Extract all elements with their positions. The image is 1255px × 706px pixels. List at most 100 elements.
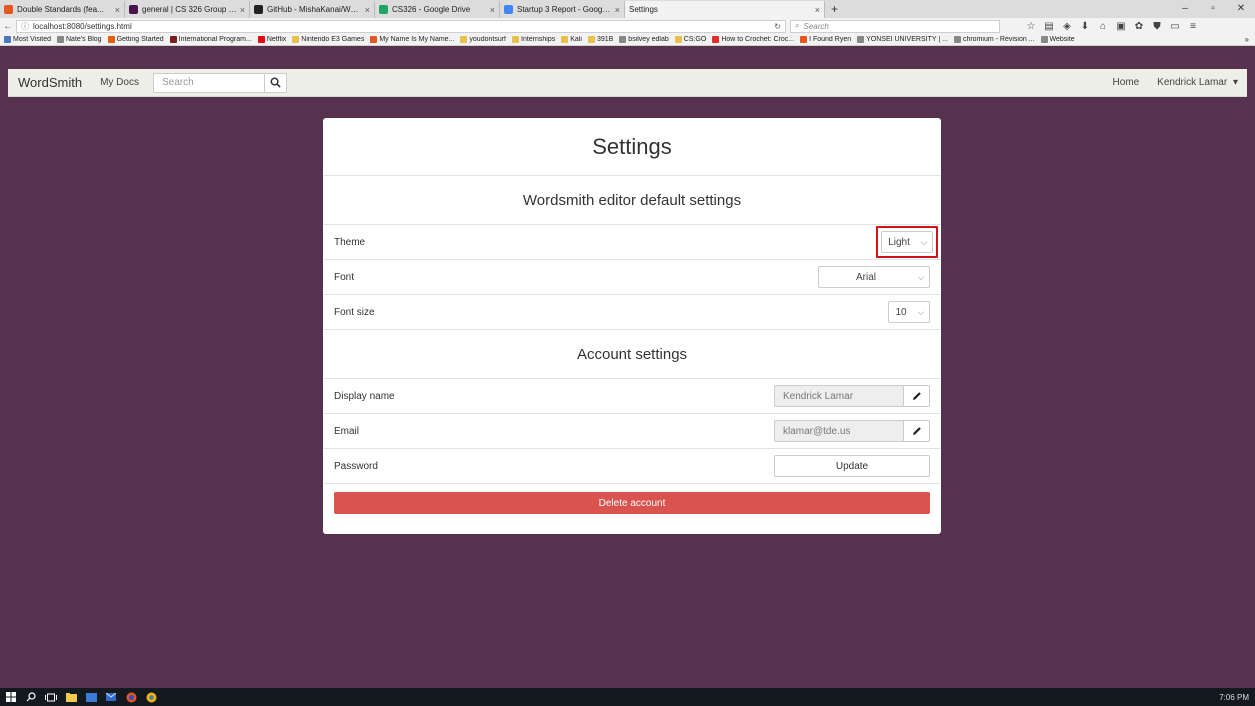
edit-email-button[interactable] <box>904 420 930 442</box>
close-tab-icon[interactable]: × <box>490 5 495 15</box>
tab-favicon-icon <box>379 5 388 14</box>
browser-tab[interactable]: CS326 - Google Drive × <box>375 1 500 18</box>
back-arrow-icon[interactable]: ← <box>0 21 16 32</box>
close-tab-icon[interactable]: × <box>615 5 620 15</box>
bookmark-item[interactable]: Internships <box>512 36 555 43</box>
bookmark-item[interactable]: Most Visited <box>4 36 51 43</box>
bookmark-icon <box>257 36 265 43</box>
close-tab-icon[interactable]: × <box>115 5 120 15</box>
task-view-icon[interactable] <box>42 688 60 706</box>
fontsize-value: 10 <box>895 306 907 318</box>
bookmark-item[interactable]: International Program... <box>169 36 252 43</box>
bookmark-star-icon[interactable]: ☆ <box>1022 21 1040 32</box>
bookmark-label: I Found Ryen <box>809 36 852 43</box>
screenshot-icon[interactable]: ▣ <box>1112 21 1130 32</box>
bookmark-label: 391B <box>596 36 614 43</box>
email-label: Email <box>334 425 360 437</box>
ublock-icon[interactable]: ⛊ <box>1148 21 1166 32</box>
download-icon[interactable]: ⬇ <box>1076 21 1094 32</box>
bookmark-item[interactable]: chromium - Revision ... <box>953 36 1035 43</box>
tab-title: CS326 - Google Drive <box>392 5 471 14</box>
page-title: Settings <box>323 118 941 176</box>
bookmark-item[interactable]: 391B <box>587 36 614 43</box>
font-row: Font Arial ⌵ <box>323 260 941 295</box>
store-icon[interactable] <box>82 688 100 706</box>
bookmark-label: Nate's Blog <box>66 36 102 43</box>
browser-search-box[interactable]: ⌕ Search <box>790 19 1000 33</box>
brand-logo[interactable]: WordSmith <box>8 75 92 90</box>
bookmark-item[interactable]: My Name Is My Name... <box>370 36 454 43</box>
browser-tab[interactable]: general | CS 326 Group Sla... × <box>125 1 250 18</box>
delete-account-button[interactable]: Delete account <box>334 492 930 514</box>
window-controls: – ▫ ✕ <box>1171 0 1255 18</box>
bookmark-item[interactable]: Getting Started <box>107 36 164 43</box>
bookmark-item[interactable]: bsilvey edlab <box>619 36 669 43</box>
bookmark-item[interactable]: I Found Ryen <box>800 36 851 43</box>
chevron-down-icon: ⌵ <box>920 236 928 247</box>
font-select[interactable]: Arial ⌵ <box>818 266 930 288</box>
notes-icon[interactable]: ▭ <box>1166 21 1184 32</box>
close-tab-icon[interactable]: × <box>815 5 820 15</box>
bookmark-item[interactable]: Nintendo E3 Games <box>292 36 364 43</box>
bookmark-item[interactable]: YONSEI UNIVERSITY | ... <box>857 36 948 43</box>
file-explorer-icon[interactable] <box>62 688 80 706</box>
tab-title: Startup 3 Report - Google ... <box>517 5 612 14</box>
bookmark-icon <box>674 36 682 43</box>
search-icon <box>270 77 281 88</box>
info-icon[interactable]: ⓘ <box>21 21 29 32</box>
password-label: Password <box>334 460 378 472</box>
menu-icon[interactable]: ≡ <box>1184 21 1202 32</box>
browser-tab[interactable]: GitHub - MishaKanai/Wor... × <box>250 1 375 18</box>
search-icon[interactable] <box>22 688 40 706</box>
bookmarks-bar: Most Visited Nate's Blog Getting Started In… <box>0 34 1255 46</box>
update-password-button[interactable]: Update <box>774 455 930 477</box>
display-name-field[interactable]: Kendrick Lamar <box>774 385 904 407</box>
chrome-icon[interactable] <box>142 688 160 706</box>
close-window-icon[interactable]: ✕ <box>1227 0 1255 18</box>
bookmark-item[interactable]: Nate's Blog <box>57 36 102 43</box>
bookmark-icon <box>587 36 595 43</box>
pocket-icon[interactable]: ◈ <box>1058 21 1076 32</box>
new-tab-button[interactable]: + <box>825 1 844 18</box>
app-search-input[interactable]: Search <box>152 72 265 93</box>
bookmark-item[interactable]: CS:GO <box>674 36 706 43</box>
user-menu[interactable]: Kendrick Lamar ▾ <box>1148 77 1247 88</box>
close-tab-icon[interactable]: × <box>365 5 370 15</box>
minimize-icon[interactable]: – <box>1171 0 1199 18</box>
app-search-button[interactable] <box>264 72 287 93</box>
browser-tab[interactable]: Startup 3 Report - Google ... × <box>500 1 625 18</box>
reading-list-icon[interactable]: ▤ <box>1040 21 1058 32</box>
mail-icon[interactable] <box>102 688 120 706</box>
nav-home[interactable]: Home <box>1103 77 1148 88</box>
display-name-row: Display name Kendrick Lamar <box>323 379 941 414</box>
email-field[interactable]: klamar@tde.us <box>774 420 904 442</box>
bookmark-item[interactable]: How to Crochet: Croc... <box>712 36 794 43</box>
bookmark-icon <box>800 36 808 43</box>
system-clock: 7:06 PM <box>1219 692 1249 702</box>
bookmark-icon <box>370 36 378 43</box>
bookmark-icon <box>57 36 64 43</box>
bookmark-label: YONSEI UNIVERSITY | ... <box>866 36 948 43</box>
browser-tab[interactable]: Double Standards (fea... × <box>0 1 125 18</box>
nav-my-docs[interactable]: My Docs <box>92 77 147 88</box>
firefox-icon[interactable] <box>122 688 140 706</box>
url-bar[interactable]: ⓘ localhost:8080/settings.html ↻ <box>16 19 786 33</box>
home-icon[interactable]: ⌂ <box>1094 21 1112 32</box>
bookmark-item[interactable]: youdontsurf <box>460 36 506 43</box>
bookmarks-overflow-icon[interactable]: » <box>1245 35 1255 44</box>
bookmark-item[interactable]: Website <box>1040 36 1075 43</box>
reload-icon[interactable]: ↻ <box>774 22 781 31</box>
bookmark-item[interactable]: Kali <box>561 36 582 43</box>
close-tab-icon[interactable]: × <box>240 5 245 15</box>
browser-tab[interactable]: Settings × <box>625 1 825 18</box>
bookmark-item[interactable]: Netflix <box>257 36 286 43</box>
theme-select[interactable]: Light ⌵ <box>881 231 933 253</box>
fontsize-select[interactable]: 10 ⌵ <box>888 301 930 323</box>
bookmark-label: bsilvey edlab <box>628 36 669 43</box>
windows-start-icon[interactable] <box>2 688 20 706</box>
restore-icon[interactable]: ▫ <box>1199 0 1227 18</box>
bookmark-label: Most Visited <box>13 36 51 43</box>
bookmark-label: Kali <box>570 36 582 43</box>
edit-display-name-button[interactable] <box>904 385 930 407</box>
extension-icon[interactable]: ✿ <box>1130 21 1148 32</box>
